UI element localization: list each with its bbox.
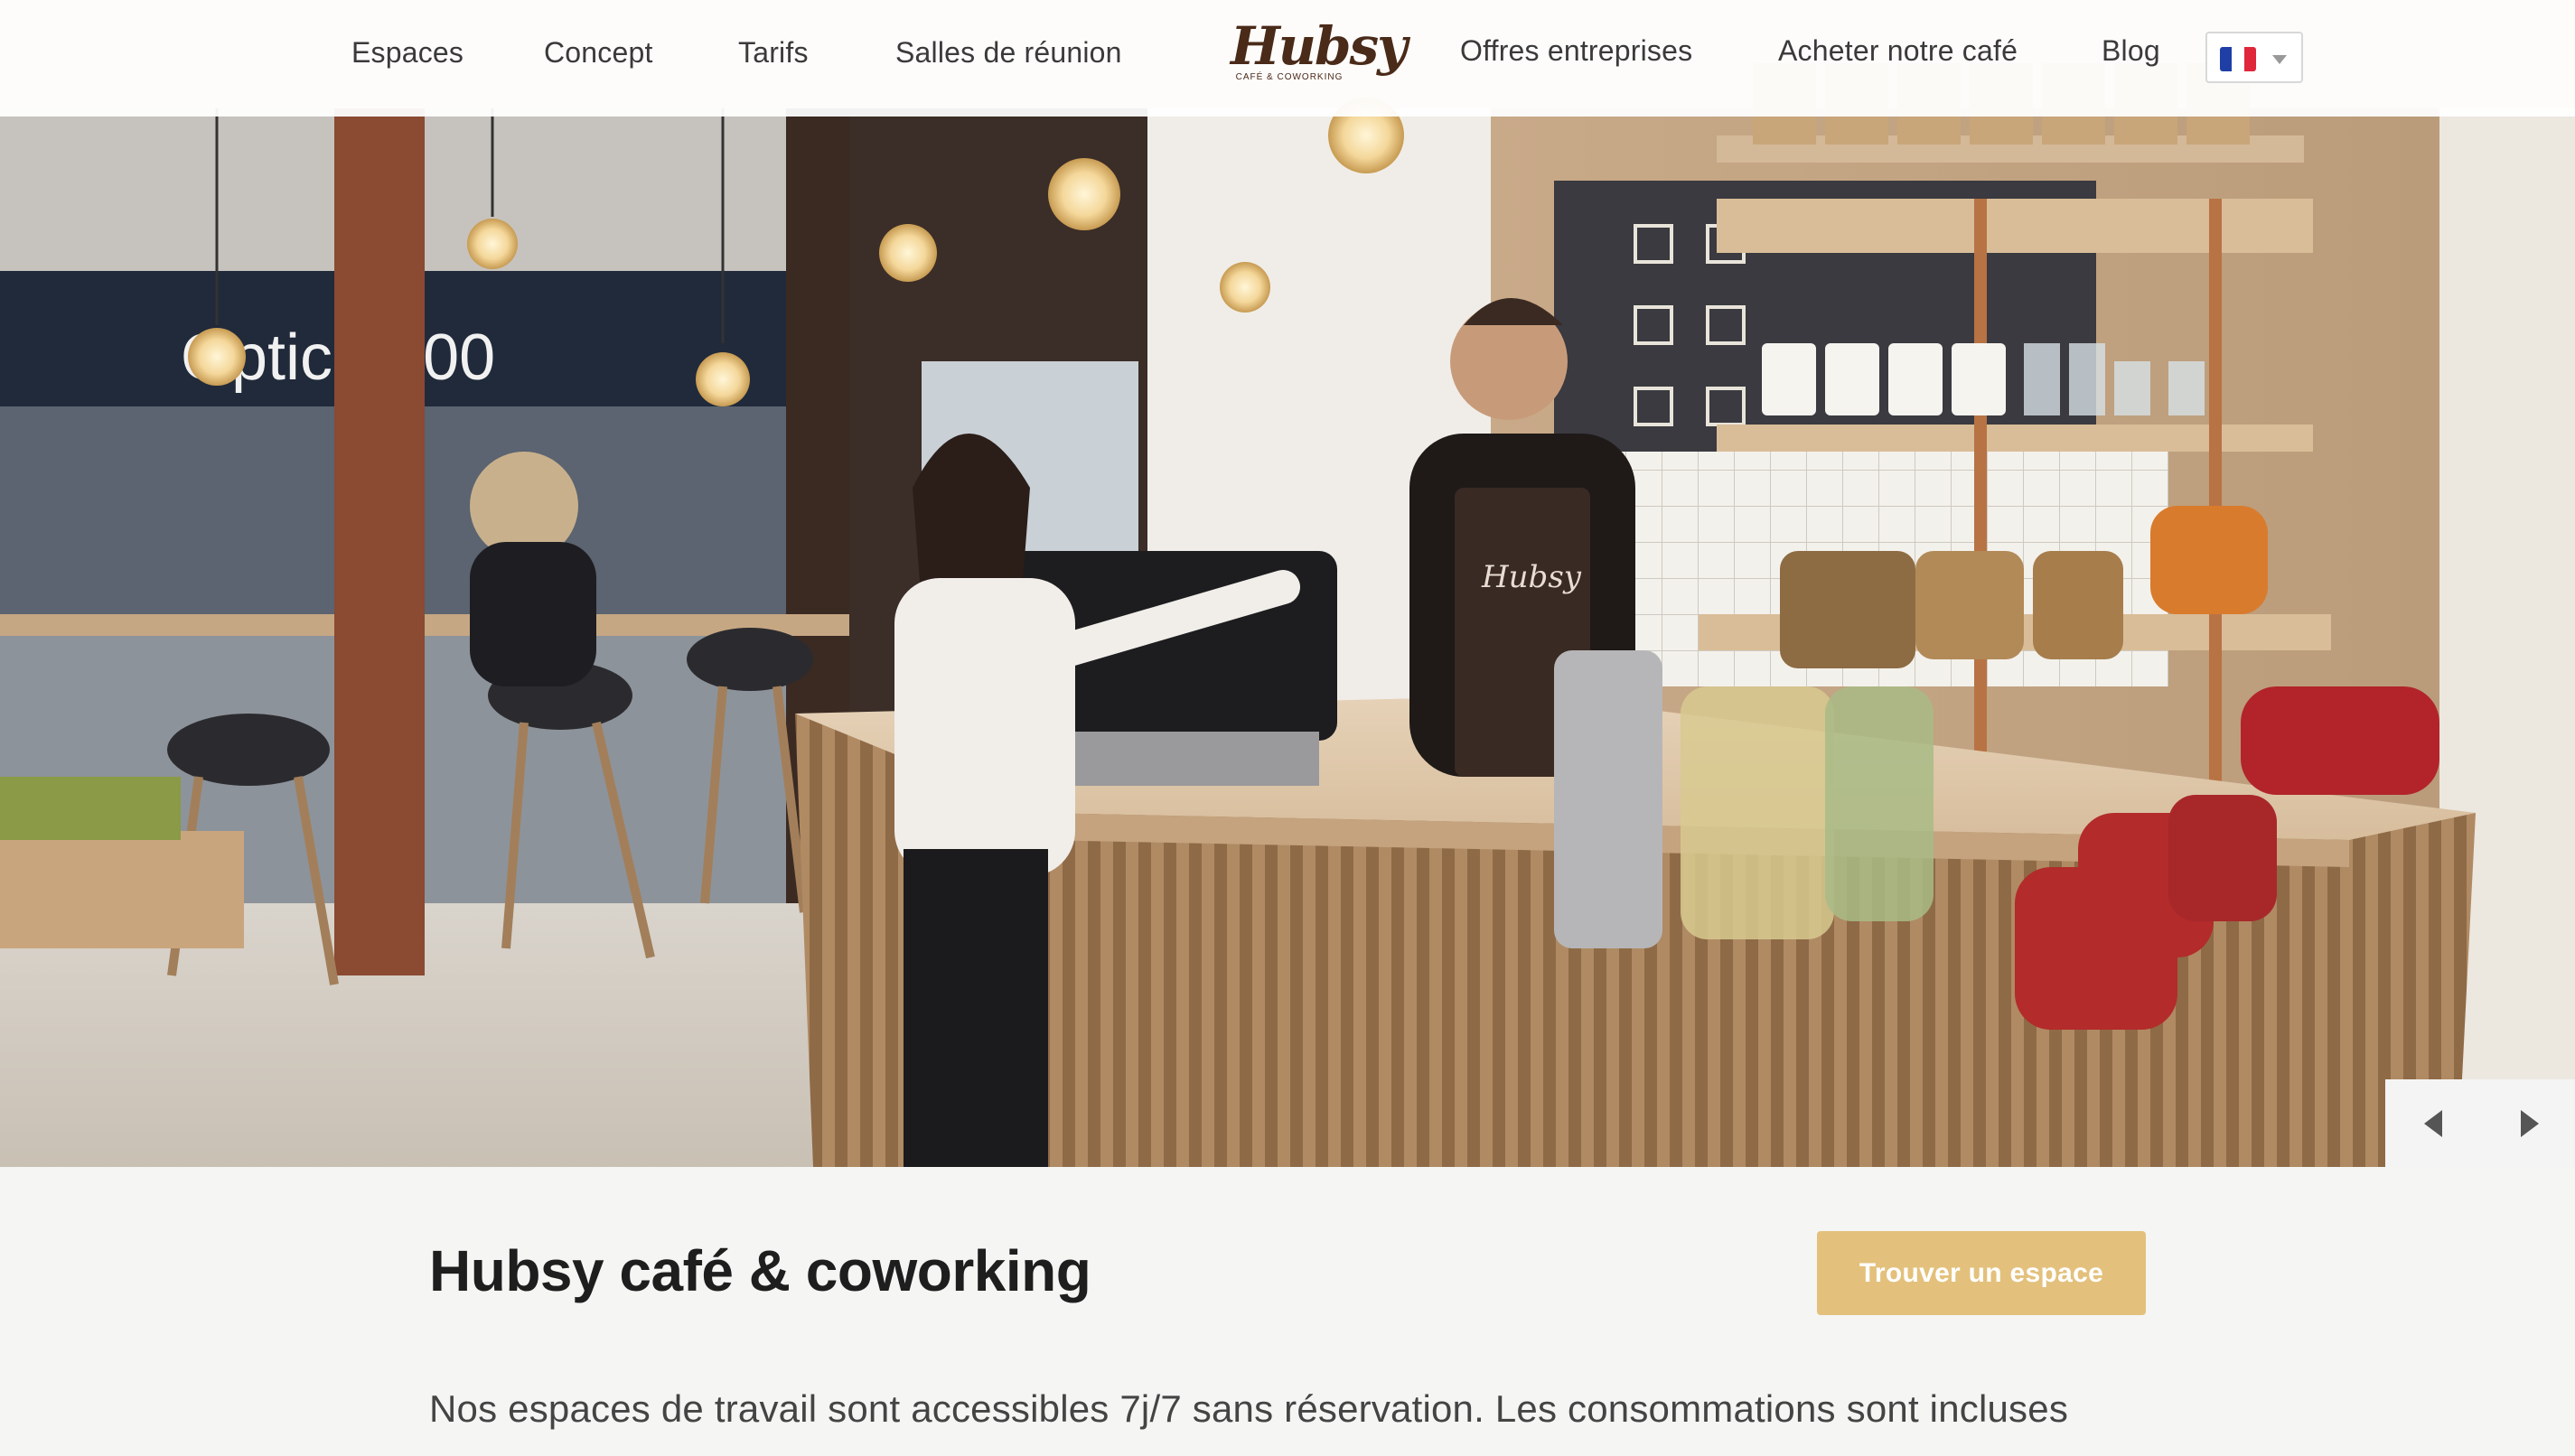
nav-salles-de-reunion[interactable]: Salles de réunion: [895, 36, 1122, 70]
chevron-left-icon[interactable]: [2424, 1110, 2442, 1137]
chevron-down-icon: [2272, 55, 2287, 64]
nav-tarifs[interactable]: Tarifs: [738, 36, 809, 70]
slider-controls: [2385, 1079, 2575, 1167]
nav-acheter-cafe[interactable]: Acheter notre café: [1778, 34, 2018, 68]
nav-offres-entreprises[interactable]: Offres entreprises: [1460, 34, 1692, 68]
logo-wordmark: Hubsy: [1231, 15, 1408, 77]
hero-illustration: Optic 2000: [0, 0, 2575, 1167]
find-space-button[interactable]: Trouver un espace: [1817, 1231, 2146, 1315]
logo-tagline: CAFÉ & COWORKING: [1235, 72, 1344, 82]
brand-logo[interactable]: Hubsy CAFÉ & COWORKING: [1231, 15, 1408, 90]
nav-concept[interactable]: Concept: [544, 36, 653, 70]
nav-espaces[interactable]: Espaces: [351, 36, 464, 70]
site-header: Espaces Concept Tarifs Salles de réunion…: [0, 0, 2575, 117]
hero-image: Optic 2000: [0, 0, 2575, 1167]
nav-blog[interactable]: Blog: [2102, 34, 2160, 68]
flag-fr-icon: [2220, 47, 2256, 71]
chevron-right-icon[interactable]: [2521, 1110, 2539, 1137]
intro-text: Nos espaces de travail sont accessibles …: [429, 1387, 2069, 1430]
page-title: Hubsy café & coworking: [429, 1238, 1091, 1303]
apron-logo: Hubsy: [1481, 559, 1582, 595]
language-selector[interactable]: [2205, 32, 2303, 83]
